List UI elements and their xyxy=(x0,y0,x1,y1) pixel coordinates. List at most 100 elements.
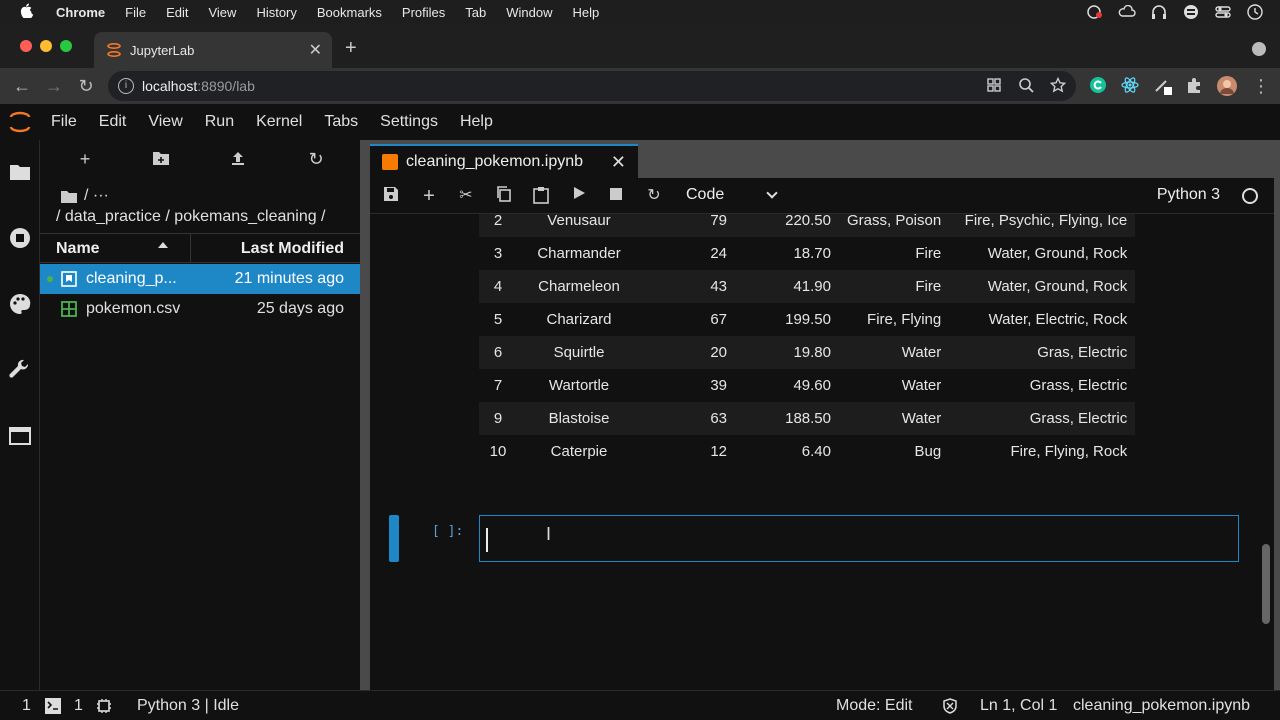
restart-kernel-icon[interactable]: ↻ xyxy=(644,186,664,206)
file-item-notebook[interactable]: cleaning_p... 21 minutes ago xyxy=(40,264,360,294)
jupyter-menu-run[interactable]: Run xyxy=(194,113,245,131)
active-cell-indicator[interactable] xyxy=(389,515,399,562)
trusted-shield-icon[interactable] xyxy=(942,698,958,714)
jupyter-menu-edit[interactable]: Edit xyxy=(88,113,138,131)
terminal-count[interactable]: 1 xyxy=(22,697,31,715)
mac-menu-profiles[interactable]: Profiles xyxy=(402,5,445,20)
notebook-tab[interactable]: cleaning_pokemon.ipynb ✕ xyxy=(370,144,638,178)
notebook-file-icon xyxy=(61,271,77,287)
refresh-icon[interactable]: ↻ xyxy=(306,150,326,170)
install-app-icon[interactable] xyxy=(986,77,1002,96)
new-launcher-icon[interactable]: + xyxy=(75,150,95,170)
cursor-position[interactable]: Ln 1, Col 1 xyxy=(980,697,1057,715)
table-cell: 39 xyxy=(710,377,727,394)
new-tab-icon[interactable]: + xyxy=(345,38,357,58)
notebook-tab-title: cleaning_pokemon.ipynb xyxy=(406,153,584,170)
mac-menu-help[interactable]: Help xyxy=(573,5,600,20)
notebook-scrollbar[interactable] xyxy=(1258,214,1274,682)
jupyter-menu-settings[interactable]: Settings xyxy=(369,113,449,131)
menu-app-name[interactable]: Chrome xyxy=(56,5,105,20)
column-modified-header[interactable]: Last Modified xyxy=(241,240,344,258)
sort-ascending-icon[interactable] xyxy=(158,242,168,248)
tabs-panel-icon[interactable] xyxy=(8,424,32,448)
jupyter-menu-help[interactable]: Help xyxy=(449,113,504,131)
table-cell: Bug xyxy=(914,443,942,460)
jupyter-menu-tabs[interactable]: Tabs xyxy=(313,113,369,131)
folder-icon[interactable] xyxy=(8,160,32,184)
close-window-button[interactable] xyxy=(20,40,32,52)
cut-icon[interactable]: ✂ xyxy=(456,186,476,206)
zoom-icon[interactable] xyxy=(1018,77,1034,96)
table-cell: Wartortle xyxy=(548,377,610,394)
copy-icon[interactable] xyxy=(494,186,514,206)
grammarly-extension-icon[interactable] xyxy=(1089,76,1109,96)
upload-icon[interactable] xyxy=(228,150,248,170)
forward-icon[interactable]: → xyxy=(43,75,65,97)
jupyter-menu-kernel[interactable]: Kernel xyxy=(245,113,313,131)
mac-menu-history[interactable]: History xyxy=(256,5,296,20)
wrench-icon[interactable] xyxy=(8,358,32,382)
back-icon[interactable]: ← xyxy=(11,75,33,97)
browser-tab-jupyterlab[interactable]: JupyterLab ✕ xyxy=(94,32,332,68)
window-controls xyxy=(20,40,72,52)
cell-type-select[interactable]: Code xyxy=(686,186,724,204)
jupyter-menu-file[interactable]: File xyxy=(40,113,88,131)
app-status-icon[interactable] xyxy=(1182,3,1200,21)
apple-icon[interactable] xyxy=(20,2,36,22)
folder-home-icon xyxy=(61,190,77,203)
running-kernels-icon[interactable] xyxy=(8,226,32,250)
screen-record-icon[interactable] xyxy=(1086,3,1104,21)
kernel-chip-icon[interactable] xyxy=(96,698,112,714)
table-cell: 20 xyxy=(641,336,735,369)
code-cell-editor[interactable]: I xyxy=(479,515,1239,562)
mac-menu-file[interactable]: File xyxy=(125,5,146,20)
notebook-tabbar: cleaning_pokemon.ipynb ✕ xyxy=(370,140,1280,178)
table-cell: 49.60 xyxy=(793,377,831,394)
save-icon[interactable] xyxy=(381,186,401,206)
panel-splitter[interactable] xyxy=(360,140,370,690)
headphones-icon[interactable] xyxy=(1150,3,1168,21)
column-name-header[interactable]: Name xyxy=(56,240,100,258)
jupyter-menu-view[interactable]: View xyxy=(137,113,193,131)
jupyter-menubar: File Edit View Run Kernel Tabs Settings … xyxy=(0,104,1280,140)
reload-icon[interactable]: ↻ xyxy=(75,75,97,97)
table-cell: Fire xyxy=(915,245,942,262)
new-folder-icon[interactable] xyxy=(151,150,171,170)
breadcrumb[interactable]: / data_practice / pokemans_cleaning / xyxy=(56,208,326,226)
kernel-status[interactable]: Python 3 | Idle xyxy=(137,697,239,715)
pen-extension-icon[interactable] xyxy=(1153,76,1173,96)
kernel-count[interactable]: 1 xyxy=(74,697,83,715)
palette-icon[interactable] xyxy=(8,292,32,316)
clock-icon[interactable] xyxy=(1246,3,1264,21)
zoom-window-button[interactable] xyxy=(60,40,72,52)
bookmark-star-icon[interactable] xyxy=(1049,76,1067,96)
mac-menu-edit[interactable]: Edit xyxy=(166,5,188,20)
control-center-icon[interactable] xyxy=(1214,3,1232,21)
mac-menu-bookmarks[interactable]: Bookmarks xyxy=(317,5,382,20)
breadcrumb-root[interactable]: / ··· xyxy=(60,187,109,205)
insert-cell-icon[interactable]: + xyxy=(419,186,439,206)
site-info-icon[interactable]: i xyxy=(118,78,134,94)
scrollbar-thumb[interactable] xyxy=(1262,544,1270,624)
mac-menu-tab[interactable]: Tab xyxy=(465,5,486,20)
browser-menu-icon[interactable]: ⋮ xyxy=(1250,75,1272,97)
row-index: 6 xyxy=(479,336,517,369)
terminal-icon[interactable] xyxy=(45,698,61,714)
cloud-sync-icon[interactable] xyxy=(1118,3,1136,21)
mac-menu-view[interactable]: View xyxy=(208,5,236,20)
address-bar[interactable]: i localhost:8890/lab xyxy=(108,71,1076,101)
mac-menu-window[interactable]: Window xyxy=(506,5,552,20)
interrupt-icon[interactable] xyxy=(606,186,626,206)
minimize-window-button[interactable] xyxy=(40,40,52,52)
close-notebook-tab-icon[interactable]: ✕ xyxy=(611,152,626,173)
paste-icon[interactable] xyxy=(531,186,551,206)
extensions-puzzle-icon[interactable] xyxy=(1185,76,1205,96)
close-tab-icon[interactable]: ✕ xyxy=(309,40,322,60)
run-icon[interactable] xyxy=(569,186,589,206)
kernel-name[interactable]: Python 3 xyxy=(1157,186,1220,204)
profile-avatar[interactable] xyxy=(1217,76,1237,96)
chevron-down-icon[interactable] xyxy=(766,187,778,199)
react-devtools-icon[interactable] xyxy=(1121,76,1141,96)
file-item-csv[interactable]: pokemon.csv 25 days ago xyxy=(40,294,360,324)
tab-search-icon[interactable] xyxy=(1252,42,1266,56)
